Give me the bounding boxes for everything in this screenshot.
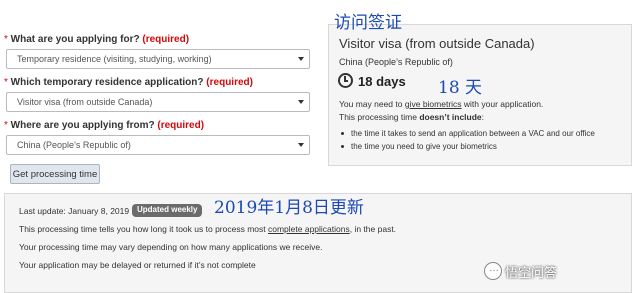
- residence-application-select[interactable]: Visitor visa (from outside Canada): [6, 92, 310, 112]
- complete-applications-link[interactable]: complete applications: [268, 224, 350, 234]
- list-item: the time you need to give your biometric…: [341, 142, 497, 151]
- annotation-days: 18 天: [438, 78, 483, 98]
- applying-from-value: China (People’s Republic of): [17, 140, 131, 150]
- result-title: Visitor visa (from outside Canada): [339, 36, 535, 51]
- info-line-vary: Your processing time may vary depending …: [19, 242, 323, 252]
- processing-time-note: This processing time doesn’t include:: [339, 112, 485, 122]
- applying-for-select[interactable]: Temporary residence (visiting, studying,…: [6, 49, 310, 69]
- question-label-applying-from: * Where are you applying from? (required…: [4, 120, 205, 131]
- watermark-logo-icon: [484, 262, 502, 280]
- give-biometrics-link[interactable]: give biometrics: [405, 99, 462, 109]
- clock-icon: [338, 73, 353, 88]
- applying-from-select[interactable]: China (People’s Republic of): [6, 135, 310, 155]
- info-line-complete: This processing time tells you how long …: [19, 224, 397, 234]
- annotation-visa: 访问签证: [334, 13, 402, 33]
- chevron-down-icon: [298, 57, 304, 61]
- last-update-text: Last update: January 8, 2019: [19, 206, 130, 216]
- result-country: China (People’s Republic of): [339, 57, 453, 67]
- residence-application-value: Visitor visa (from outside Canada): [17, 97, 153, 107]
- info-line-delayed: Your application may be delayed or retur…: [19, 260, 256, 270]
- list-item: the time it takes to send an application…: [341, 129, 595, 138]
- applying-for-value: Temporary residence (visiting, studying,…: [17, 54, 212, 64]
- chevron-down-icon: [298, 143, 304, 147]
- question-label-applying-for: * What are you applying for? (required): [4, 34, 190, 45]
- question-label-residence-application: * Which temporary residence application?…: [4, 77, 253, 88]
- processing-days: 18 days: [358, 74, 406, 89]
- chevron-down-icon: [298, 100, 304, 104]
- get-processing-time-button[interactable]: Get processing time: [10, 164, 100, 184]
- annotation-date: 2019年1月8日更新: [214, 198, 364, 218]
- watermark: 悟空问答: [505, 265, 558, 280]
- updated-weekly-badge: Updated weekly: [132, 204, 203, 217]
- biometrics-note: You may need to give biometrics with you…: [339, 99, 544, 109]
